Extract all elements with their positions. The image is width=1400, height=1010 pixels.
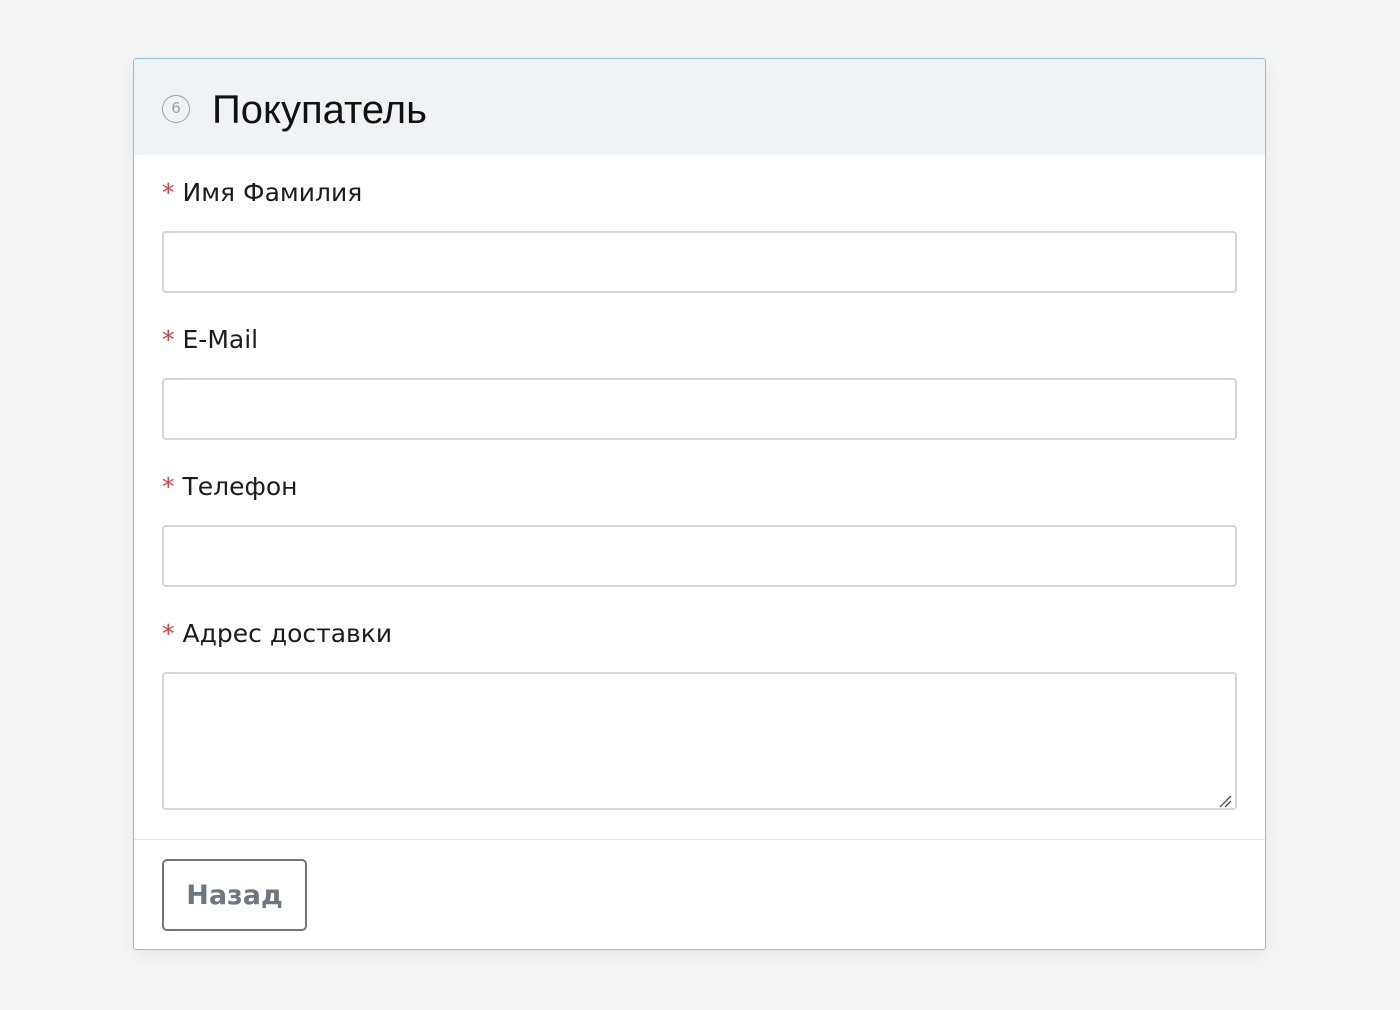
delivery-address-textarea[interactable] xyxy=(162,672,1237,810)
card-title: Покупатель xyxy=(212,88,427,132)
full-name-input[interactable] xyxy=(162,231,1237,293)
email-input[interactable] xyxy=(162,378,1237,440)
phone-label: * Телефон xyxy=(162,471,1237,503)
full-name-label-text: Имя Фамилия xyxy=(182,178,363,207)
email-field-group: * E-Mail xyxy=(162,324,1237,440)
phone-label-text: Телефон xyxy=(182,472,298,501)
address-label-text: Адрес доставки xyxy=(182,619,393,648)
footer-divider xyxy=(134,839,1265,840)
phone-input[interactable] xyxy=(162,525,1237,587)
resize-handle-icon[interactable] xyxy=(1218,794,1232,808)
email-label-text: E-Mail xyxy=(182,325,259,354)
card-header: 6 Покупатель xyxy=(134,59,1265,155)
full-name-label: * Имя Фамилия xyxy=(162,177,1237,209)
required-asterisk: * xyxy=(162,178,175,207)
required-asterisk: * xyxy=(162,325,175,354)
address-label: * Адрес доставки xyxy=(162,618,1237,650)
required-asterisk: * xyxy=(162,619,175,648)
full-name-field-group: * Имя Фамилия xyxy=(162,177,1237,293)
email-label: * E-Mail xyxy=(162,324,1237,356)
required-asterisk: * xyxy=(162,472,175,501)
address-field-group: * Адрес доставки xyxy=(162,618,1237,810)
buyer-form-card: 6 Покупатель * Имя Фамилия * E-Mail * Телеф… xyxy=(133,58,1266,950)
back-button[interactable]: Назад xyxy=(162,859,307,931)
phone-field-group: * Телефон xyxy=(162,471,1237,587)
step-number-badge: 6 xyxy=(162,95,190,123)
